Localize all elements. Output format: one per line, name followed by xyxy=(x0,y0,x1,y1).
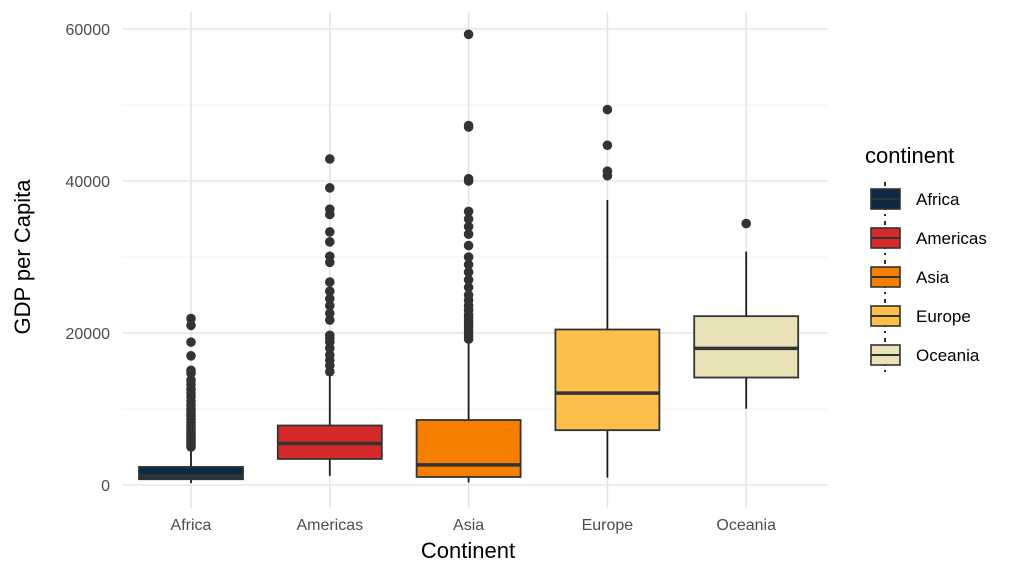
x-axis-ticks: Africa Americas Asia Europe Oceania xyxy=(171,517,777,534)
x-tick-label: Africa xyxy=(171,517,212,534)
outlier-point xyxy=(186,313,196,324)
x-tick-label: Europe xyxy=(582,517,634,534)
outlier-point xyxy=(186,365,196,376)
outlier-point xyxy=(463,252,474,262)
outlier-point xyxy=(325,286,335,297)
outlier-point xyxy=(325,227,335,237)
legend-label: Europe xyxy=(916,307,971,326)
legend-label: Africa xyxy=(916,190,960,209)
legend: continent Africa Americas Asia Europe Oceani… xyxy=(865,143,987,372)
outlier-point xyxy=(463,29,474,40)
legend-label: Asia xyxy=(916,268,950,287)
outlier-point xyxy=(325,237,335,247)
outlier-point xyxy=(463,120,474,131)
outlier-point xyxy=(602,166,613,176)
legend-item-americas: Americas xyxy=(870,221,987,255)
y-tick-label: 0 xyxy=(101,478,110,495)
y-axis-title: GDP per Capita xyxy=(10,179,35,335)
y-tick-label: 60000 xyxy=(66,22,111,39)
outlier-point xyxy=(463,240,474,251)
x-axis-title: Continent xyxy=(421,538,515,563)
legend-item-europe: Europe xyxy=(870,299,971,333)
box-africa xyxy=(138,313,244,484)
legend-item-africa: Africa xyxy=(870,182,960,216)
x-tick-label: Oceania xyxy=(716,517,776,534)
outlier-point xyxy=(325,330,335,341)
legend-label: Americas xyxy=(916,229,987,248)
outlier-point xyxy=(602,140,613,151)
outlier-point xyxy=(325,183,335,193)
outlier-point xyxy=(325,251,335,262)
x-tick-label: Asia xyxy=(453,517,484,534)
box-iqr xyxy=(554,328,661,432)
outlier-point xyxy=(186,351,196,361)
x-tick-label: Americas xyxy=(296,517,363,534)
box-iqr xyxy=(415,419,522,478)
outlier-point xyxy=(741,218,751,229)
outlier-point xyxy=(463,206,474,217)
boxplot-chart: 0 20000 40000 60000 Africa Americas Asia Europ… xyxy=(10,12,987,563)
outlier-point xyxy=(325,277,335,287)
legend-item-oceania: Oceania xyxy=(870,338,980,372)
legend-label: Oceania xyxy=(916,346,980,365)
y-tick-label: 20000 xyxy=(66,326,111,343)
outlier-point xyxy=(602,104,613,115)
y-tick-label: 40000 xyxy=(66,174,111,191)
legend-title: continent xyxy=(865,143,954,168)
y-axis-ticks: 0 20000 40000 60000 xyxy=(66,22,111,495)
legend-item-asia: Asia xyxy=(870,260,950,294)
outlier-point xyxy=(325,154,335,164)
outlier-point xyxy=(186,337,196,347)
outlier-point xyxy=(325,204,335,214)
outlier-point xyxy=(463,173,474,184)
